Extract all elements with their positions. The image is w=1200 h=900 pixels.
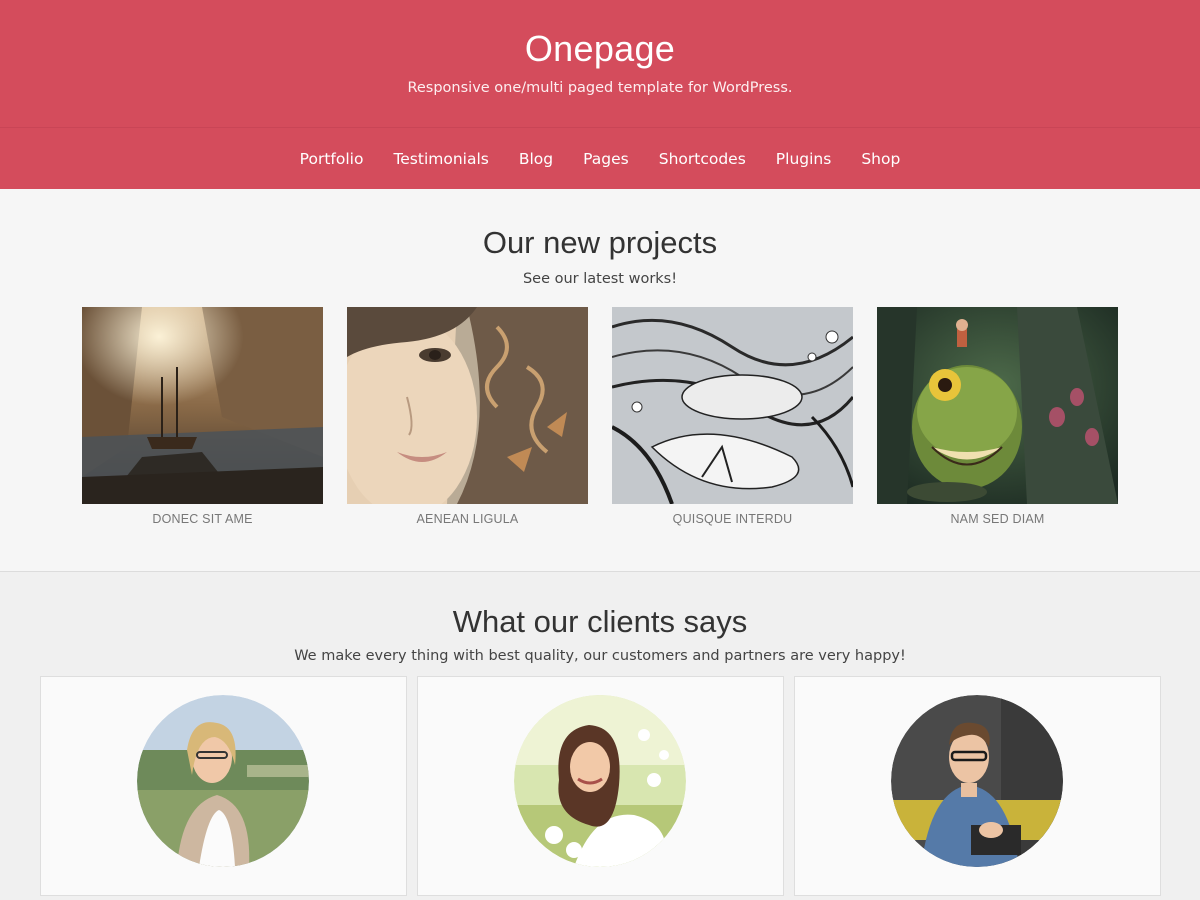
- avatar: [891, 695, 1063, 867]
- project-caption[interactable]: DONEC SIT AME: [82, 512, 323, 526]
- projects-title: Our new projects: [482, 225, 718, 260]
- project-caption[interactable]: AENEAN LIGULA: [347, 512, 588, 526]
- testimonial-card: [793, 676, 1161, 896]
- projects-section: Our new projects See our latest works! D…: [0, 189, 1200, 572]
- project-thumbnail-forest-monster[interactable]: [877, 307, 1118, 504]
- project-caption[interactable]: QUISQUE INTERDU: [612, 512, 853, 526]
- avatar: [514, 695, 686, 867]
- project-thumbnail-girl-face[interactable]: [347, 307, 588, 504]
- nav-item-shop[interactable]: Shop: [846, 150, 915, 168]
- site-header: Onepage Responsive one/multi paged templ…: [0, 0, 1200, 189]
- project-caption[interactable]: NAM SED DIAM: [877, 512, 1118, 526]
- project-item[interactable]: DONEC SIT AME: [82, 307, 323, 526]
- project-grid: DONEC SIT AME AENEAN LIGULA QUISQUE INTE…: [0, 307, 1200, 526]
- projects-subtitle: See our latest works!: [522, 271, 678, 287]
- main-nav: Portfolio Testimonials Blog Pages Shortc…: [0, 127, 1200, 189]
- nav-item-testimonials[interactable]: Testimonials: [378, 150, 503, 168]
- testimonials-title: What our clients says: [452, 604, 748, 639]
- testimonial-grid: [0, 676, 1200, 896]
- nav-item-blog[interactable]: Blog: [504, 150, 568, 168]
- site-title[interactable]: Onepage: [0, 0, 1200, 78]
- project-thumbnail-canyon-ship[interactable]: [82, 307, 323, 504]
- testimonials-section: What our clients says We make every thin…: [0, 572, 1200, 896]
- project-item[interactable]: NAM SED DIAM: [877, 307, 1118, 526]
- testimonials-subtitle: We make every thing with best quality, o…: [294, 648, 906, 664]
- nav-item-portfolio[interactable]: Portfolio: [285, 150, 379, 168]
- project-thumbnail-ink-drawing[interactable]: [612, 307, 853, 504]
- testimonial-card: [416, 676, 784, 896]
- project-item[interactable]: AENEAN LIGULA: [347, 307, 588, 526]
- site-tagline: Responsive one/multi paged template for …: [407, 80, 793, 96]
- nav-item-shortcodes[interactable]: Shortcodes: [644, 150, 761, 168]
- nav-item-plugins[interactable]: Plugins: [761, 150, 847, 168]
- avatar: [137, 695, 309, 867]
- project-item[interactable]: QUISQUE INTERDU: [612, 307, 853, 526]
- testimonial-card: [39, 676, 407, 896]
- nav-item-pages[interactable]: Pages: [568, 150, 644, 168]
